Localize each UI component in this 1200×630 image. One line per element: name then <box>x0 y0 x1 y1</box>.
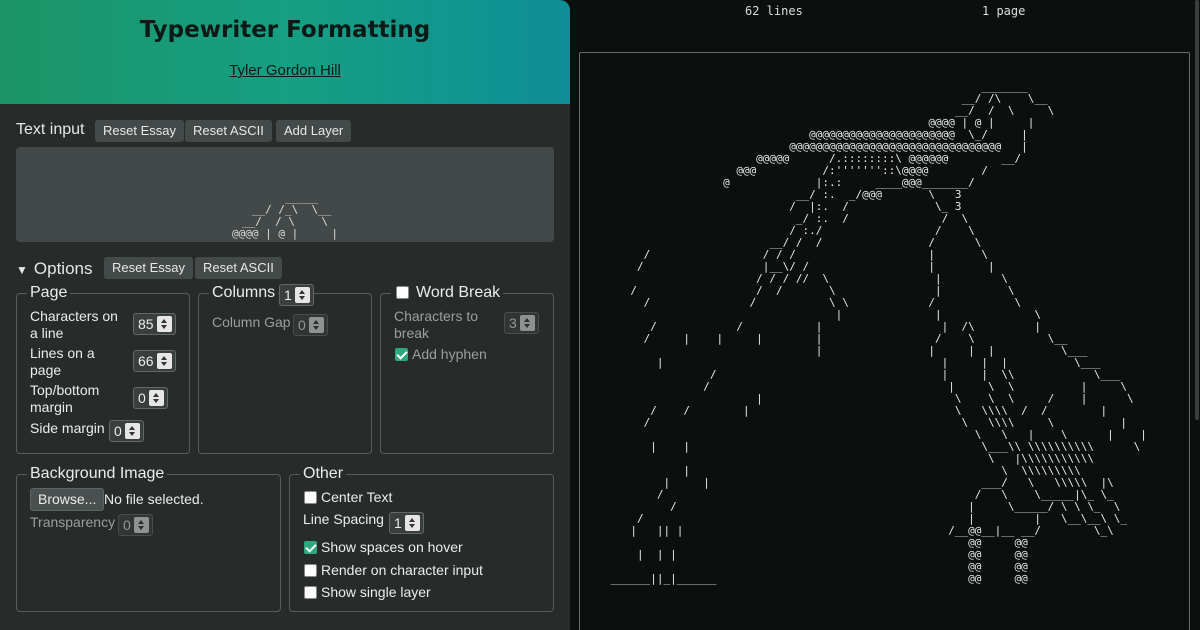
column-count-input[interactable]: 1 <box>279 284 314 306</box>
side-margin-label: Side margin <box>30 420 105 436</box>
reset-essay-button[interactable]: Reset Essay <box>95 120 184 142</box>
ascii-art-output: _______ __/ /\ \__ __/ / \ \ @@@@ | @ | … <box>610 80 1147 585</box>
side-margin-input[interactable]: 0 <box>109 420 144 442</box>
add-hyphen-label: Add hyphen <box>412 346 487 362</box>
render-on-input-label: Render on character input <box>321 562 483 578</box>
browse-button[interactable]: Browse... <box>30 488 105 511</box>
stepper-icon[interactable] <box>156 316 172 332</box>
chars-to-break-input[interactable]: 3 <box>504 312 539 334</box>
output-page[interactable]: _______ __/ /\ \__ __/ / \ \ @@@@ | @ | … <box>579 52 1190 630</box>
top-bottom-margin-input[interactable]: 0 <box>133 387 168 409</box>
show-spaces-checkbox[interactable] <box>304 541 317 554</box>
header: Typewriter Formatting Tyler Gordon Hill <box>0 0 570 104</box>
text-input-area[interactable]: _____ __/ /_\ \__ __/ / \ \ @@@@ | @ | | <box>16 147 554 242</box>
transparency-label: Transparency <box>30 514 116 530</box>
word-break-checkbox[interactable] <box>396 286 409 299</box>
line-spacing-input[interactable]: 1 <box>389 512 424 534</box>
chars-per-line-input[interactable]: 85 <box>133 313 176 335</box>
column-gap-input[interactable]: 0 <box>293 314 328 336</box>
center-text-checkbox[interactable] <box>304 491 317 504</box>
center-text-label: Center Text <box>321 489 393 505</box>
options-toggle[interactable]: ▼ Options <box>16 259 92 279</box>
stepper-icon[interactable] <box>133 517 149 533</box>
options-label: Options <box>33 259 93 278</box>
author-link[interactable]: Tyler Gordon Hill <box>0 62 570 79</box>
stepper-icon[interactable] <box>156 353 172 369</box>
show-spaces-label: Show spaces on hover <box>321 539 463 555</box>
stepper-icon[interactable] <box>404 515 420 531</box>
page-title: Typewriter Formatting <box>139 17 431 43</box>
lines-per-page-input[interactable]: 66 <box>133 350 176 372</box>
chars-to-break-label: Characters to break <box>394 308 479 341</box>
single-layer-label: Show single layer <box>321 584 431 600</box>
options-reset-ascii-button[interactable]: Reset ASCII <box>195 257 282 279</box>
triangle-down-icon: ▼ <box>16 263 28 277</box>
transparency-input[interactable]: 0 <box>118 514 153 536</box>
chars-per-line-label: Characters on a line <box>30 308 118 341</box>
background-legend: Background Image <box>30 465 165 482</box>
other-legend: Other <box>303 465 344 482</box>
stepper-icon[interactable] <box>294 287 310 303</box>
column-gap-label: Column Gap <box>212 314 291 330</box>
file-status: No file selected. <box>104 491 204 507</box>
text-input-label: Text input <box>16 121 85 138</box>
columns-group: Columns <box>198 284 372 454</box>
columns-legend: Columns <box>212 284 276 301</box>
lines-per-page-label: Lines on a page <box>30 345 95 378</box>
stepper-icon[interactable] <box>519 315 535 331</box>
render-on-input-checkbox[interactable] <box>304 564 317 577</box>
line-spacing-label: Line Spacing <box>303 511 384 527</box>
options-reset-essay-button[interactable]: Reset Essay <box>104 257 193 279</box>
add-layer-button[interactable]: Add Layer <box>276 120 352 142</box>
add-hyphen-checkbox[interactable] <box>395 348 408 361</box>
single-layer-checkbox[interactable] <box>304 586 317 599</box>
stepper-icon[interactable] <box>124 423 140 439</box>
stepper-icon[interactable] <box>148 390 164 406</box>
text-input-content: _____ __/ /_\ \__ __/ / \ \ @@@@ | @ | | <box>232 191 338 240</box>
stepper-icon[interactable] <box>308 317 324 333</box>
settings-panel: Typewriter Formatting Tyler Gordon Hill … <box>0 0 570 630</box>
scrollbar[interactable] <box>1195 0 1199 420</box>
page-count: 1 page <box>982 4 1026 18</box>
reset-ascii-button[interactable]: Reset ASCII <box>185 120 272 142</box>
top-bottom-margin-label: Top/bottom margin <box>30 382 100 415</box>
page-legend: Page <box>30 284 68 301</box>
line-count: 62 lines <box>745 4 803 18</box>
output-panel: 62 lines 1 page _______ __/ /\ \__ __/ /… <box>570 0 1200 630</box>
